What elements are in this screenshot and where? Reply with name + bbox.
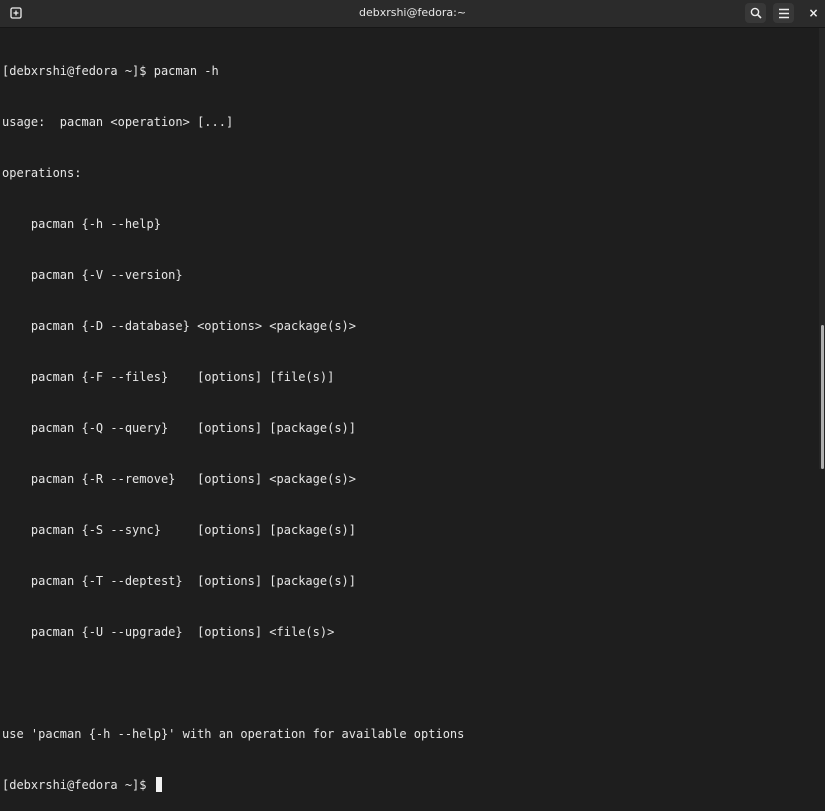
terminal-line: pacman {-R --remove} [options] <package(… <box>2 471 817 488</box>
terminal-line: usage: pacman <operation> [...] <box>2 114 817 131</box>
terminal-line <box>2 675 817 692</box>
terminal-line: pacman {-D --database} <options> <packag… <box>2 318 817 335</box>
terminal-output[interactable]: [debxrshi@fedora ~]$ pacman -h usage: pa… <box>2 29 817 811</box>
scrollbar-thumb[interactable] <box>821 325 824 469</box>
terminal-line: use 'pacman {-h --help}' with an operati… <box>2 726 817 743</box>
terminal-line: pacman {-Q --query} [options] [package(s… <box>2 420 817 437</box>
close-icon: × <box>808 6 818 20</box>
terminal-line: operations: <box>2 165 817 182</box>
search-button[interactable] <box>745 3 766 23</box>
window-title: debxrshi@fedora:~ <box>0 6 825 19</box>
menu-button[interactable] <box>773 3 794 23</box>
terminal-line: [debxrshi@fedora ~]$ pacman -h <box>2 63 817 80</box>
terminal-line: pacman {-U --upgrade} [options] <file(s)… <box>2 624 817 641</box>
terminal-line: pacman {-V --version} <box>2 267 817 284</box>
hamburger-menu-icon <box>778 8 790 19</box>
text-cursor <box>156 777 162 792</box>
prompt: [debxrshi@fedora ~]$ <box>2 778 154 792</box>
terminal-line: pacman {-S --sync} [options] [package(s)… <box>2 522 817 539</box>
terminal-line: pacman {-h --help} <box>2 216 817 233</box>
prompt-line[interactable]: [debxrshi@fedora ~]$ <box>2 777 817 794</box>
title-bar: debxrshi@fedora:~ × <box>0 0 825 28</box>
terminal-line: pacman {-F --files} [options] [file(s)] <box>2 369 817 386</box>
close-button[interactable]: × <box>803 3 824 23</box>
terminal-line: pacman {-T --deptest} [options] [package… <box>2 573 817 590</box>
search-icon <box>750 7 762 19</box>
